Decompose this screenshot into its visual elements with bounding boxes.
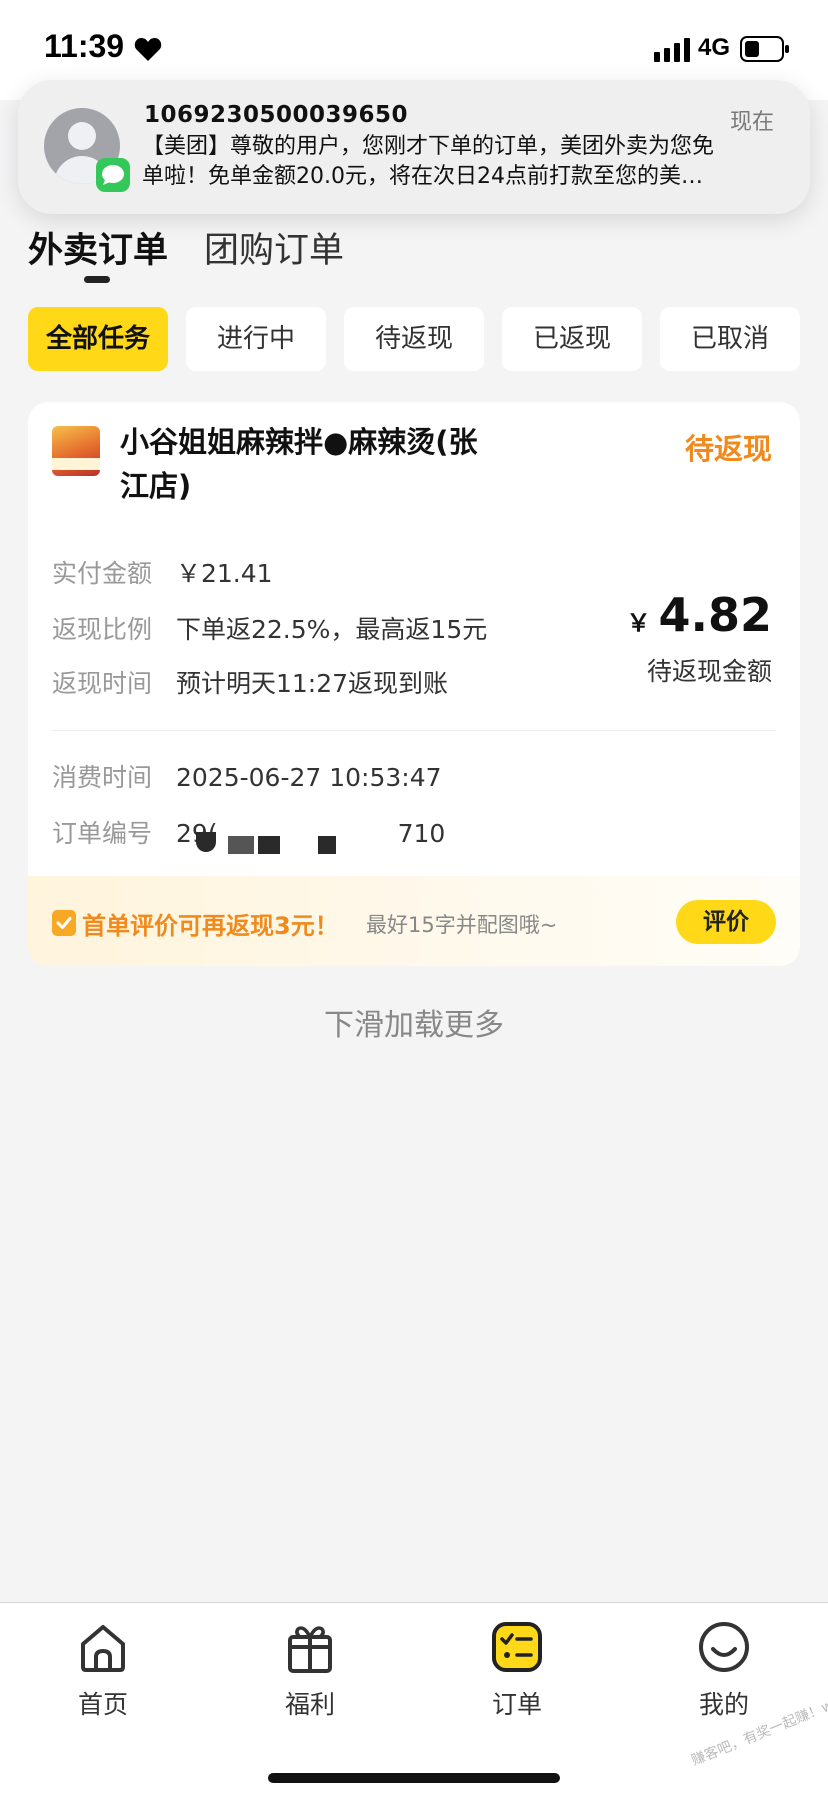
order-number-suffix: 710 (397, 819, 446, 848)
redaction-mark (228, 836, 254, 854)
pending-refund-amount: ￥ 4.82 (627, 588, 773, 642)
load-more-hint: 下滑加载更多 (324, 1008, 504, 1043)
filter-cashback-done[interactable]: 已返现 (502, 307, 642, 371)
nav-home[interactable]: 首页 (43, 1619, 163, 1721)
redaction-mark (258, 836, 280, 854)
review-button[interactable]: 评价 (676, 900, 776, 944)
nav-label: 福利 (284, 1690, 335, 1719)
consume-time-value: 2025-06-27 10:53:47 (176, 763, 442, 792)
order-number-label: 订单编号 (52, 819, 153, 848)
filter-all-tasks[interactable]: 全部任务 (28, 307, 168, 371)
home-icon (81, 1625, 125, 1672)
promo-subtitle: 最好15字并配图哦~ (366, 913, 558, 937)
order-status-badge: 待返现 (684, 432, 772, 466)
nav-benefits[interactable]: 福利 (250, 1619, 370, 1721)
nav-orders[interactable]: 订单 (457, 1619, 577, 1721)
promo-title: 首单评价可再返现3元！ (82, 912, 339, 940)
consume-time-label: 消费时间 (52, 763, 153, 792)
battery-icon (740, 36, 789, 62)
gift-icon (288, 1626, 332, 1673)
divider (52, 730, 776, 731)
paid-amount-value: ￥21.41 (176, 559, 273, 588)
filter-cancelled[interactable]: 已取消 (660, 307, 800, 371)
refund-amount-value: 4.82 (658, 588, 773, 642)
check-badge-icon (52, 910, 76, 936)
cashback-ratio-label: 返现比例 (52, 615, 153, 644)
notification-body: 【美团】尊敬的用户，您刚才下单的订单，美团外卖为您免 单啦！免单金额20.0元，… (142, 132, 792, 192)
shop-name[interactable]: 小谷姐姐麻辣拌●麻辣烫(张江店) (120, 420, 500, 508)
notification-line: 【美团】尊敬的用户，您刚才下单的订单，美团外卖为您免 (142, 134, 715, 159)
heart-icon (134, 38, 162, 61)
notification-line: 单啦！免单金额20.0元，将在次日24点前打款至您的美… (142, 164, 703, 189)
smile-face-icon (699, 1622, 749, 1672)
cashback-time-row: 返现时间 预计明天11:27返现到账 (52, 664, 448, 700)
currency-symbol: ￥ (626, 609, 651, 637)
cashback-ratio-row: 返现比例 下单返22.5%，最高返15元 (52, 610, 487, 646)
nav-label: 订单 (491, 1690, 542, 1719)
order-card[interactable]: 小谷姐姐麻辣拌●麻辣烫(张江店) 待返现 实付金额 ￥21.41 返现比例 下单返2… (28, 402, 800, 966)
cashback-ratio-value: 下单返22.5%，最高返15元 (176, 615, 488, 644)
notification-sender: 1069230500039650 (144, 102, 409, 128)
redaction-mark (318, 836, 336, 854)
order-list-icon (492, 1622, 542, 1672)
pending-refund-label: 待返现金额 (646, 657, 772, 686)
sms-notification-banner[interactable]: 1069230500039650 现在 【美团】尊敬的用户，您刚才下单的订单，美… (18, 80, 810, 214)
pending-refund-box: ￥ 4.82 待返现金额 (627, 588, 773, 688)
filter-pending-cashback[interactable]: 待返现 (344, 307, 484, 371)
shop-logo-icon (52, 426, 100, 476)
signal-icon (654, 38, 690, 62)
paid-amount-row: 实付金额 ￥21.41 (52, 554, 273, 590)
tab-delivery-orders[interactable]: 外卖订单 (28, 222, 168, 273)
redaction-mark (196, 832, 216, 852)
messages-app-icon (96, 158, 130, 192)
cashback-time-label: 返现时间 (52, 669, 153, 698)
nav-profile[interactable]: 我的 (664, 1619, 784, 1721)
nav-label: 首页 (77, 1690, 128, 1719)
tab-group-buy-orders[interactable]: 团购订单 (204, 222, 344, 273)
consume-time-row: 消费时间 2025-06-27 10:53:47 (52, 758, 442, 794)
review-promo-banner: 首单评价可再返现3元！ 最好15字并配图哦~ 评价 (28, 876, 800, 966)
active-tab-indicator (84, 276, 110, 283)
filter-in-progress[interactable]: 进行中 (186, 307, 326, 371)
network-type: 4G (698, 34, 731, 61)
nav-label: 我的 (698, 1690, 749, 1719)
status-time: 11:39 (44, 28, 125, 64)
paid-amount-label: 实付金额 (52, 559, 153, 588)
home-indicator[interactable] (268, 1773, 560, 1783)
cashback-time-value: 预计明天11:27返现到账 (176, 669, 449, 698)
